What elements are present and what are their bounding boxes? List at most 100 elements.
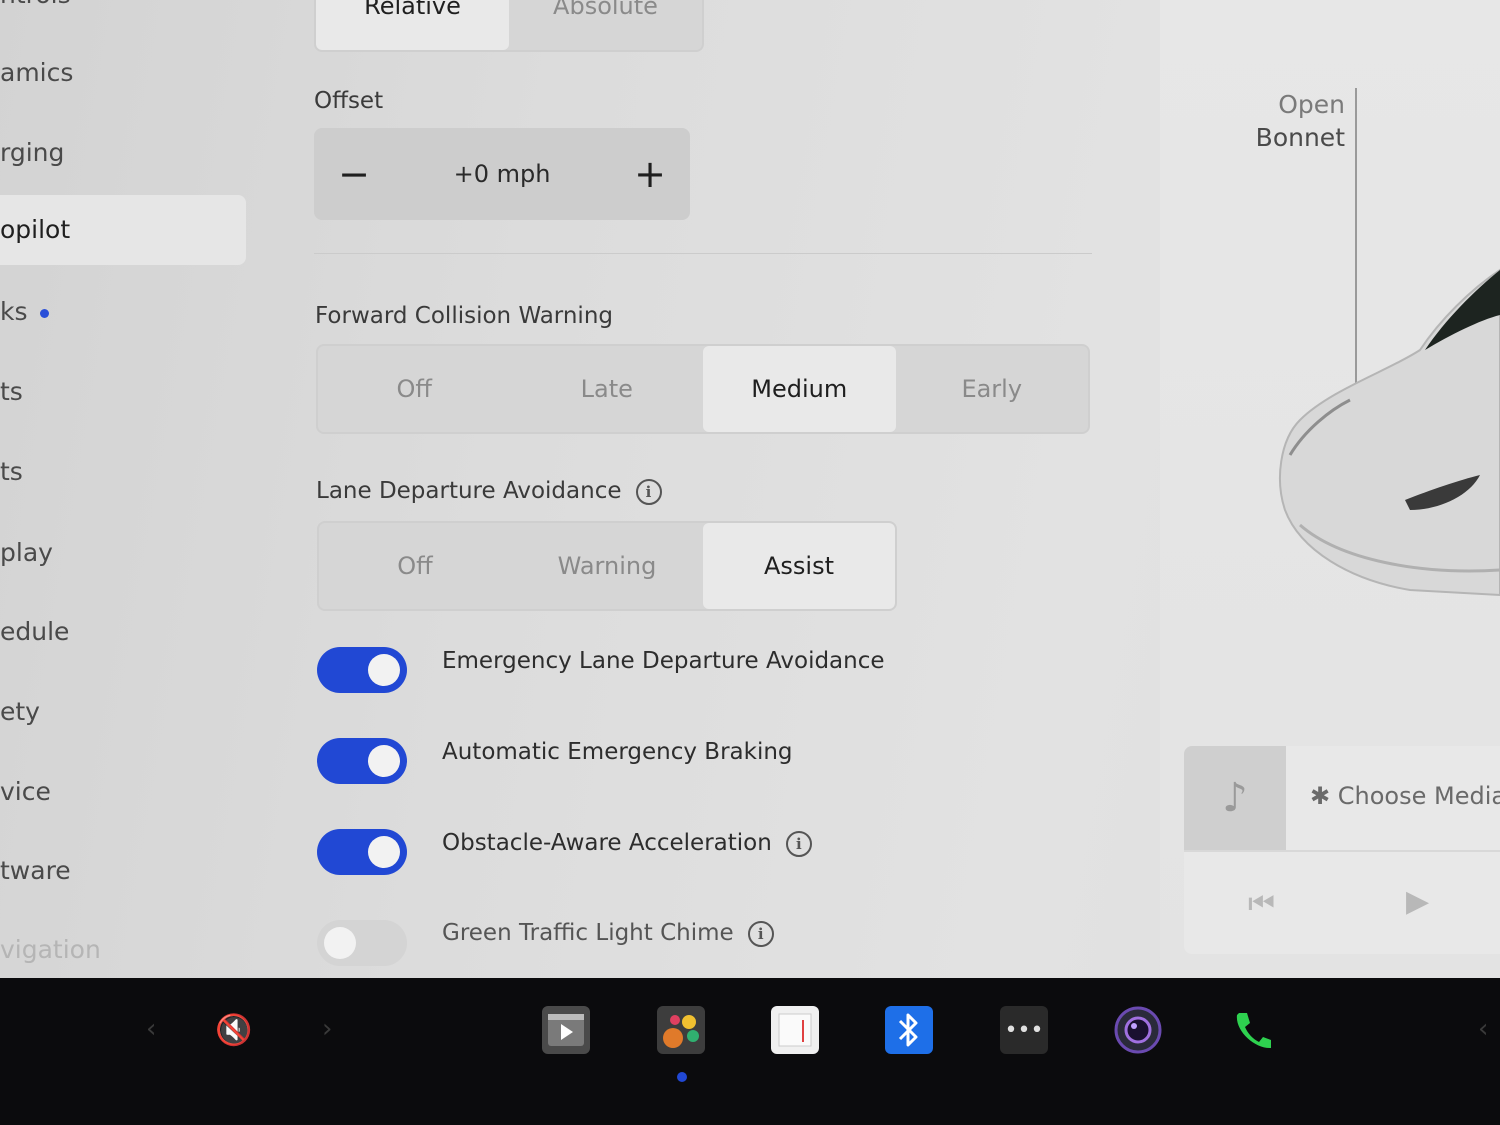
green-light-chime-toggle[interactable]	[317, 920, 407, 966]
play-icon[interactable]: ▶	[1406, 884, 1429, 919]
offset-increase-button[interactable]: +	[630, 152, 670, 196]
obstacle-aware-label: Obstacle-Aware Acceleration i	[442, 830, 812, 857]
fcw-selector: Off Late Medium Early	[316, 344, 1090, 434]
sidebar-item-lights[interactable]: ts	[0, 357, 23, 427]
sidebar-item-label: amics	[0, 58, 74, 87]
more-apps-icon[interactable]: •••	[1000, 1006, 1048, 1054]
toggle-knob	[368, 836, 400, 868]
obstacle-aware-label-text: Obstacle-Aware Acceleration	[442, 830, 772, 856]
obstacle-aware-toggle[interactable]	[317, 829, 407, 875]
sidebar-item-label: play	[0, 538, 53, 567]
previous-track-icon[interactable]: ⏮	[1248, 886, 1275, 921]
notification-dot	[39, 308, 49, 318]
fcw-option-early[interactable]: Early	[896, 346, 1089, 432]
sidebar-item-schedule[interactable]: edule	[0, 597, 69, 667]
sidebar-item-autopilot[interactable]: opilot	[0, 195, 246, 265]
media-divider	[1184, 850, 1500, 852]
lda-option-off[interactable]: Off	[319, 523, 511, 609]
speed-mode-relative[interactable]: Relative	[316, 0, 509, 50]
aeb-toggle[interactable]	[317, 738, 407, 784]
car-image	[1279, 268, 1500, 597]
sidebar-item-service[interactable]: vice	[0, 757, 51, 827]
sidebar-item-label: rging	[0, 138, 65, 167]
option-label: Off	[396, 375, 432, 403]
sidebar-item-navigation[interactable]: vigation	[0, 915, 101, 978]
speed-mode-absolute[interactable]: Absolute	[509, 0, 702, 50]
sidebar-item-label: opilot	[0, 215, 71, 244]
info-icon[interactable]: i	[635, 478, 662, 505]
sidebar-item-seats[interactable]: ts	[0, 437, 23, 507]
sidebar-item-charging[interactable]: rging	[0, 118, 64, 188]
green-light-chime-label: Green Traffic Light Chime i	[442, 920, 774, 947]
sidebar-item-label: edule	[0, 617, 70, 646]
choose-media-label: Choose Media	[1337, 782, 1500, 810]
toggle-knob	[368, 745, 400, 777]
offset-stepper: − +0 mph +	[314, 128, 690, 220]
toybox-icon[interactable]	[657, 1006, 705, 1054]
toggle-knob	[368, 654, 400, 686]
sidebar-item-software[interactable]: tware	[0, 836, 71, 906]
toggle-knob	[324, 927, 356, 959]
sidebar-item-label: tware	[0, 856, 71, 885]
sidebar-item-display[interactable]: play	[0, 518, 53, 588]
sidebar-item-label: vice	[0, 777, 51, 806]
info-icon[interactable]: i	[747, 920, 774, 947]
fcw-label: Forward Collision Warning	[315, 303, 614, 329]
mute-icon[interactable]: 🔇	[210, 1006, 258, 1054]
sidebar-item-label: ts	[0, 377, 23, 406]
lda-option-warning[interactable]: Warning	[511, 523, 703, 609]
emergency-lda-label: Emergency Lane Departure Avoidance	[442, 648, 885, 674]
chevron-right-icon[interactable]: ›	[322, 1014, 332, 1044]
sidebar-item-label: vigation	[0, 935, 101, 964]
open-bonnet-line2: Bonnet	[1255, 123, 1345, 152]
sidebar-item-locks[interactable]: ks	[0, 277, 49, 347]
lda-option-assist[interactable]: Assist	[703, 523, 895, 609]
sidebar-item-label: ks	[0, 297, 28, 326]
theater-icon[interactable]	[542, 1006, 590, 1054]
taskbar: ‹ 🔇 › ••• ‹	[0, 978, 1500, 1125]
emergency-lda-toggle[interactable]	[317, 647, 407, 693]
option-label: Late	[580, 375, 633, 403]
offset-decrease-button[interactable]: −	[334, 152, 374, 196]
screen: ntrols amics rging opilot ks ts ts play …	[0, 0, 1500, 978]
sidebar-item-dynamics[interactable]: amics	[0, 38, 73, 108]
open-bonnet-line1: Open	[1278, 90, 1345, 119]
bluetooth-icon[interactable]	[885, 1006, 933, 1054]
offset-label: Offset	[314, 88, 384, 114]
sidebar-item-label: ety	[0, 697, 40, 726]
option-label: Assist	[763, 552, 834, 580]
chevron-left-icon[interactable]: ‹	[146, 1014, 156, 1044]
lda-label: Lane Departure Avoidance i	[316, 478, 662, 505]
sidebar-item-controls[interactable]: ntrols	[0, 0, 71, 30]
sidebar-item-safety[interactable]: ety	[0, 677, 40, 747]
open-bonnet-button[interactable]: Open Bonnet	[1240, 88, 1345, 154]
choose-media-button[interactable]: ✱ Choose Media	[1310, 782, 1500, 810]
option-label: Warning	[557, 552, 657, 580]
fcw-option-medium[interactable]: Medium	[703, 346, 896, 432]
section-divider	[314, 253, 1092, 254]
fcw-option-late[interactable]: Late	[511, 346, 704, 432]
fcw-option-off[interactable]: Off	[318, 346, 511, 432]
calendar-icon[interactable]	[771, 1006, 819, 1054]
info-icon[interactable]: i	[785, 830, 812, 857]
media-player: ♪ ✱ Choose Media ⏮ ▶	[1184, 746, 1500, 954]
option-label: Early	[961, 375, 1023, 403]
option-label: Relative	[364, 0, 461, 20]
option-label: Medium	[751, 375, 848, 403]
chevron-left-icon[interactable]: ‹	[1478, 1014, 1488, 1044]
active-app-dot	[677, 1072, 687, 1082]
sidebar: ntrols amics rging opilot ks ts ts play …	[0, 0, 260, 978]
offset-value: +0 mph	[453, 160, 551, 188]
aeb-label: Automatic Emergency Braking	[442, 739, 793, 765]
camera-icon[interactable]	[1114, 1006, 1162, 1054]
option-label: Off	[397, 552, 433, 580]
sidebar-item-label: ntrols	[0, 0, 71, 9]
music-note-icon: ♪	[1184, 746, 1286, 850]
speed-mode-selector: Relative Absolute	[314, 0, 704, 52]
green-light-chime-label-text: Green Traffic Light Chime	[442, 920, 734, 946]
bluetooth-icon: ✱	[1310, 782, 1331, 810]
phone-icon[interactable]	[1228, 1006, 1276, 1054]
lda-selector: Off Warning Assist	[317, 521, 897, 611]
lda-label-text: Lane Departure Avoidance	[316, 478, 622, 504]
sidebar-item-label: ts	[0, 457, 23, 486]
